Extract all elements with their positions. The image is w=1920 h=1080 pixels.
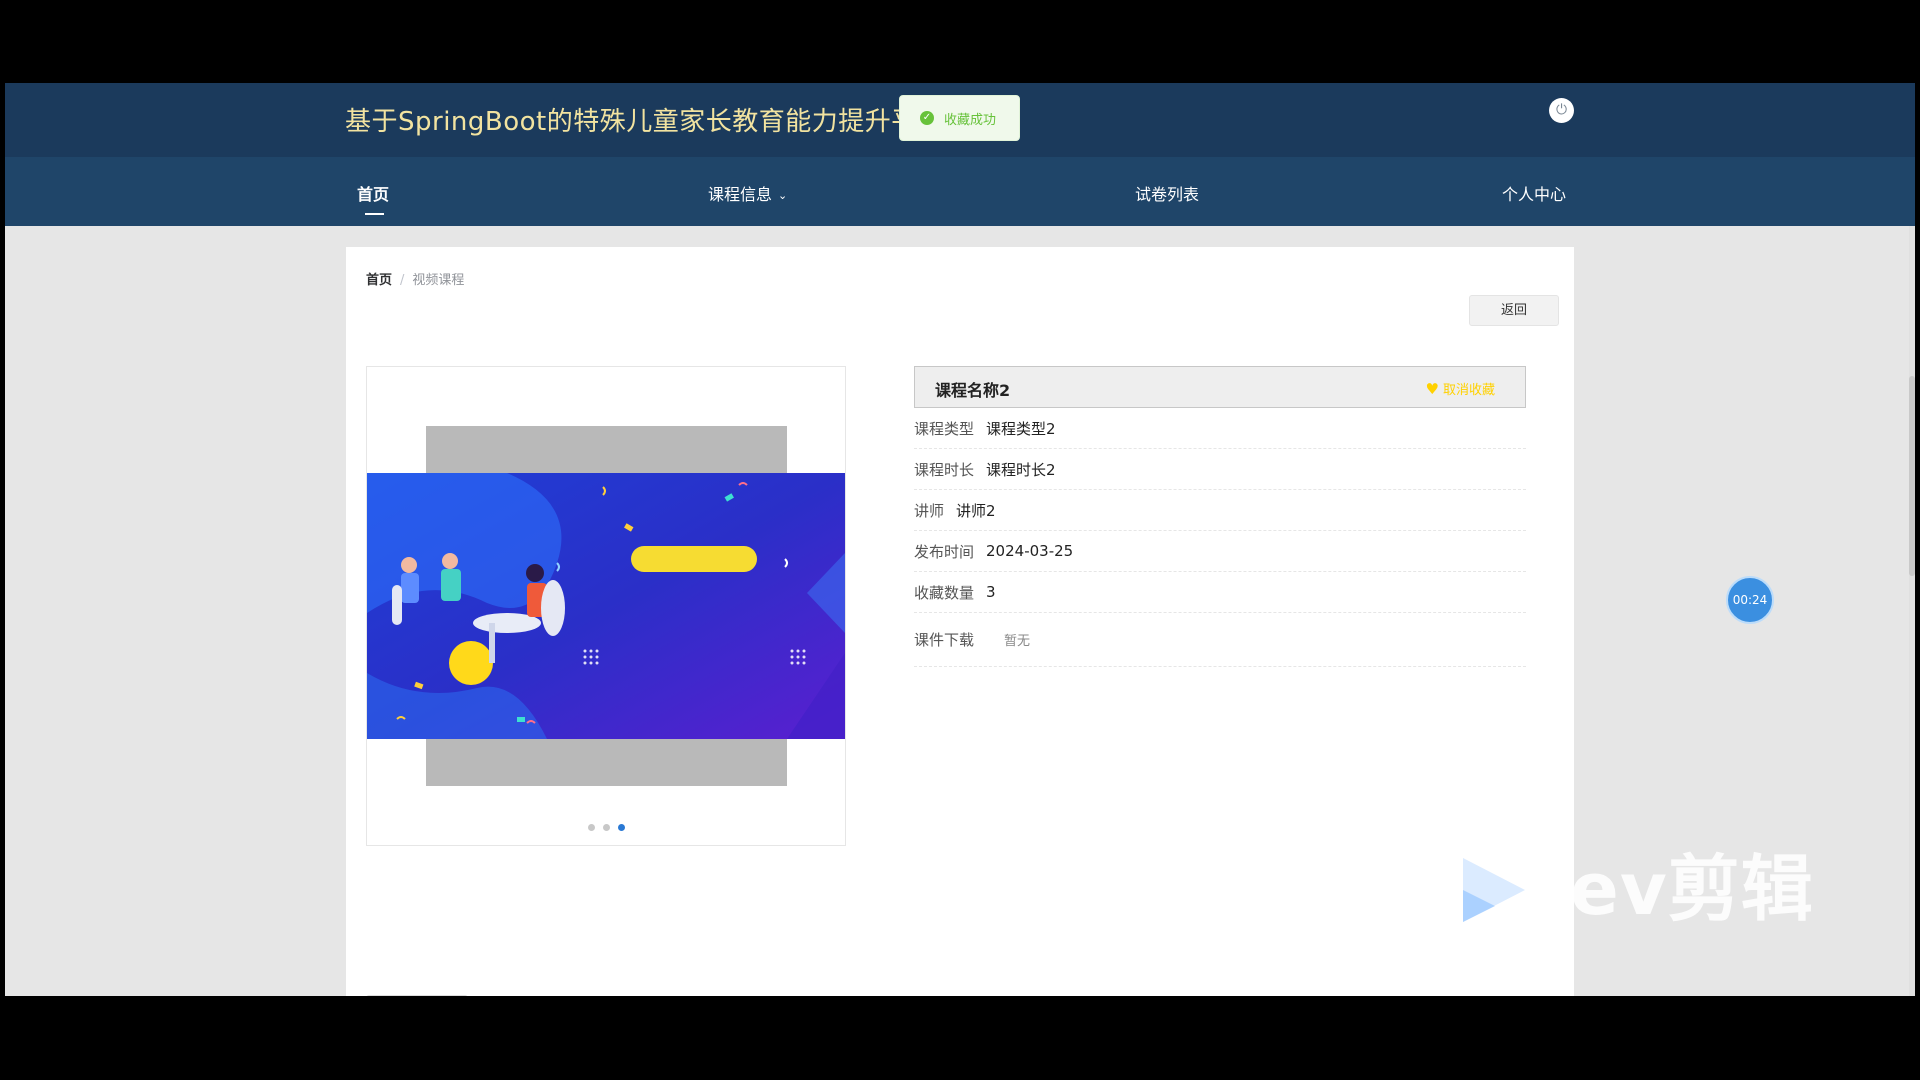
nav-course-info-label: 课程信息 <box>708 185 773 204</box>
breadcrumb: 首页 / 视频课程 <box>366 269 464 288</box>
course-banner-image <box>367 473 845 739</box>
detail-row: 课程类型 课程类型2 <box>914 408 1526 449</box>
back-button[interactable]: 返回 <box>1469 295 1559 326</box>
main-nav: 首页 课程信息 ⌄ 试卷列表 个人中心 <box>5 157 1915 226</box>
success-toast: ✓ 收藏成功 <box>899 95 1020 141</box>
course-name: 课程名称2 <box>935 381 1011 400</box>
detail-label: 课程时长 <box>914 460 975 479</box>
breadcrumb-current: 视频课程 <box>412 273 465 288</box>
carousel-dot[interactable] <box>602 824 610 831</box>
detail-label: 课程类型 <box>914 419 975 438</box>
courseware-download-value: 暂无 <box>1004 634 1031 649</box>
breadcrumb-home[interactable]: 首页 <box>366 273 392 288</box>
power-icon[interactable]: ⏻ <box>1549 98 1574 123</box>
nav-home[interactable]: 首页 <box>357 181 389 205</box>
detail-row: 课程时长 课程时长2 <box>914 449 1526 490</box>
nav-personal-center[interactable]: 个人中心 <box>1502 181 1566 205</box>
detail-row: 收藏数量 3 <box>914 572 1526 613</box>
carousel-dot[interactable] <box>587 824 595 831</box>
watermark: ev剪辑 <box>1445 830 1825 940</box>
top-header: 基于SpringBoot的特殊儿童家长教育能力提升平台 ✓ 收藏成功 ⏻ <box>5 83 1915 157</box>
watermark-text: ev剪辑 <box>1570 847 1814 931</box>
detail-row: 讲师 讲师2 <box>914 490 1526 531</box>
check-circle-icon: ✓ <box>920 111 934 125</box>
detail-label: 收藏数量 <box>914 583 975 602</box>
detail-value: 课程类型2 <box>986 419 1056 438</box>
breadcrumb-separator: / <box>400 273 405 288</box>
nav-active-indicator <box>365 213 384 215</box>
detail-value: 2024-03-25 <box>986 542 1074 560</box>
detail-label: 课件下载 <box>914 631 975 649</box>
carousel-indicators <box>367 816 845 835</box>
nav-exam-list[interactable]: 试卷列表 <box>1135 181 1199 205</box>
detail-value: 3 <box>986 583 996 601</box>
nav-exam-list-label: 试卷列表 <box>1135 185 1200 204</box>
page-scrollbar[interactable] <box>1909 226 1915 996</box>
detail-label: 讲师 <box>914 501 945 520</box>
nav-home-label: 首页 <box>357 185 390 204</box>
detail-value: 课程时长2 <box>986 460 1056 479</box>
chevron-down-icon: ⌄ <box>778 189 788 202</box>
detail-row: 课件下载 暂无 <box>914 613 1526 667</box>
content-card: 首页 / 视频课程 返回 课程名称2 ♥ 取消收藏 课程类型 课程类型2 课程时… <box>346 247 1574 996</box>
detail-value: 讲师2 <box>956 501 996 520</box>
course-header: 课程名称2 ♥ 取消收藏 <box>914 366 1526 408</box>
carousel-dot-active[interactable] <box>617 824 625 831</box>
image-carousel[interactable] <box>366 366 846 846</box>
ev-logo-icon <box>1463 858 1525 922</box>
detail-row: 发布时间 2024-03-25 <box>914 531 1526 572</box>
nav-personal-center-label: 个人中心 <box>1502 185 1567 204</box>
timer-badge[interactable]: 00:24 <box>1726 576 1774 624</box>
heart-icon: ♥ <box>1425 380 1439 398</box>
site-title: 基于SpringBoot的特殊儿童家长教育能力提升平台 <box>345 107 945 137</box>
unfavorite-button[interactable]: ♥ 取消收藏 <box>1426 379 1495 398</box>
unfavorite-label: 取消收藏 <box>1442 383 1495 398</box>
toast-message: 收藏成功 <box>944 112 997 128</box>
nav-course-info[interactable]: 课程信息 ⌄ <box>708 181 787 205</box>
scrollbar-thumb[interactable] <box>1909 376 1915 576</box>
course-details: 课程名称2 ♥ 取消收藏 课程类型 课程类型2 课程时长 课程时长2 讲师 讲师2… <box>914 366 1526 667</box>
detail-label: 发布时间 <box>914 542 975 561</box>
partial-button[interactable] <box>366 995 468 996</box>
